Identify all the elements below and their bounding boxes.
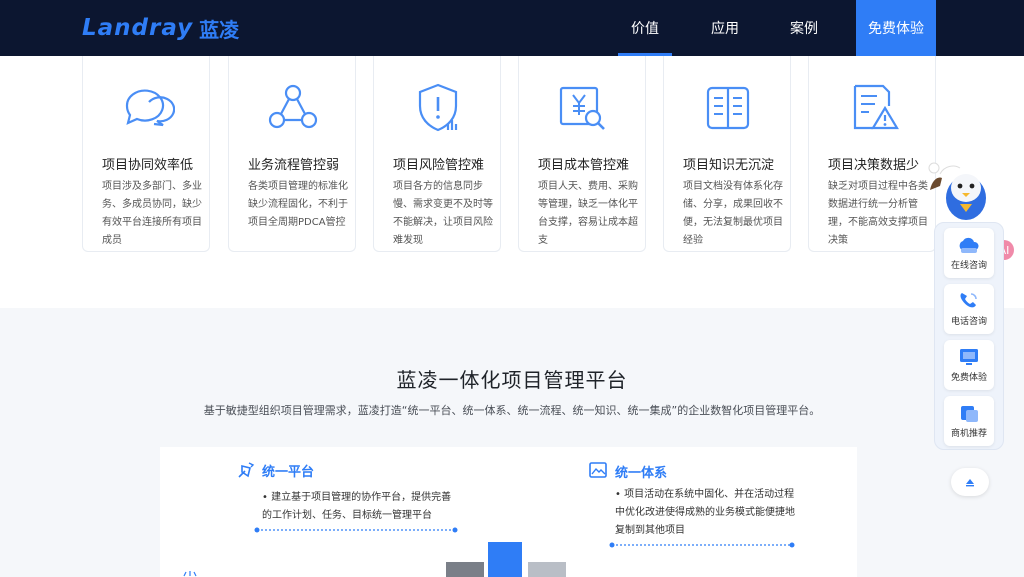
shield-alert-icon [418,83,458,132]
feature-desc-unified-platform: • 建立基于项目管理的协作平台，提供完善的工作计划、任务、目标统一管理平台 [262,492,452,521]
monitor-icon [960,349,978,365]
logo-text-cn: 蓝凌 [199,17,240,42]
pain-card-desc: 项目各方的信息同步慢、需求变更不及时等不能解决，让项目风险难发现 [393,181,493,246]
pain-card-title: 项目协同效率低 [102,158,194,173]
pain-card: 项目风险管控难 项目各方的信息同步慢、需求变更不及时等不能解决，让项目风险难发现 [373,56,501,252]
mascot-icon[interactable] [926,160,996,224]
logo-text-en: Landray [82,15,194,41]
nav-item-cases[interactable]: 案例 [777,0,831,56]
cloud-chat-icon [959,237,979,253]
sparkle-icon [183,571,197,577]
hand-flag-icon [238,462,255,478]
business-referral-label: 商机推荐 [950,429,987,439]
platform-title: 蓝凌一体化项目管理平台 [396,368,628,392]
online-consult-label: 在线咨询 [950,261,987,271]
image-frame-icon [589,462,607,478]
pain-card: 业务流程管控弱 各类项目管理的标准化缺少流程固化，不利于项目全周期PDCA管控 [228,56,356,252]
pain-card-desc: 项目文档没有体系化存储、分享，成果回收不便，无法复制最优项目经验 [683,181,783,246]
book-icon [706,86,750,130]
top-navigation-bar: Landray 蓝凌 价值 应用 案例 免费体验 [0,0,1024,56]
pain-card-desc: 缺乏对项目过程中各类数据进行统一分析管理，不能高效支撑项目决策 [828,181,928,246]
nav-item-apps[interactable]: 应用 [698,0,752,56]
process-nodes-icon [268,84,318,129]
pain-card-title: 项目知识无沉淀 [683,158,775,173]
landray-logo[interactable]: Landray 蓝凌 [82,14,239,42]
feature-desc-unified-system: • 项目活动在系统中固化、并在活动过程中优化改进使得成熟的业务模式能便捷地复制到… [615,489,795,536]
feature-title-unified-platform: 统一平台 [262,465,315,480]
nav-item-value[interactable]: 价值 [618,0,672,56]
dotted-connector [609,542,795,548]
free-trial-float-label: 免费体验 [950,373,987,383]
pain-card: 项目协同效率低 项目涉及多部门、多业务、多成员协同，缺少有效平台连接所有项目成员 [82,56,210,252]
pain-card-desc: 各类项目管理的标准化缺少流程固化，不利于项目全周期PDCA管控 [248,181,348,228]
pain-card-desc: 项目涉及多部门、多业务、多成员协同，缺少有效平台连接所有项目成员 [102,181,202,246]
back-to-top-button[interactable] [951,468,989,496]
business-referral-button[interactable]: 商机推荐 [944,396,994,446]
phone-icon [960,293,977,308]
chat-bubbles-icon [125,89,175,127]
platform-subtitle: 基于敏捷型组织项目管理需求，蓝凌打造“统一平台、统一体系、统一流程、统一知识、统… [203,404,821,417]
free-trial-float-button[interactable]: 免费体验 [944,340,994,390]
cards-icon [961,406,978,422]
platform-3d-blocks [446,542,566,577]
pain-card-desc: 项目人天、费用、采购等管理，缺乏一体化平台支撑，容易让成本超支 [538,181,638,246]
pain-card-title: 项目决策数据少 [828,158,920,173]
cost-search-icon [559,86,605,130]
free-trial-button[interactable]: 免费体验 [856,0,936,56]
pain-card: 项目决策数据少 缺乏对项目过程中各类数据进行统一分析管理，不能高效支撑项目决策 [808,56,936,252]
pain-card-title: 项目成本管控难 [538,158,630,173]
dotted-connector [254,527,458,533]
pain-card-title: 业务流程管控弱 [248,158,340,173]
pain-card-title: 项目风险管控难 [393,158,485,173]
back-to-top-icon [966,479,974,487]
pain-card: 项目知识无沉淀 项目文档没有体系化存储、分享，成果回收不便，无法复制最优项目经验 [663,56,791,252]
phone-consult-label: 电话咨询 [950,317,987,327]
online-consult-button[interactable]: 在线咨询 [944,228,994,278]
pain-card: 项目成本管控难 项目人天、费用、采购等管理，缺乏一体化平台支撑，容易让成本超支 [518,56,646,252]
report-warning-icon [853,84,899,130]
feature-title-unified-system: 统一体系 [615,466,668,481]
phone-consult-button[interactable]: 电话咨询 [944,284,994,334]
